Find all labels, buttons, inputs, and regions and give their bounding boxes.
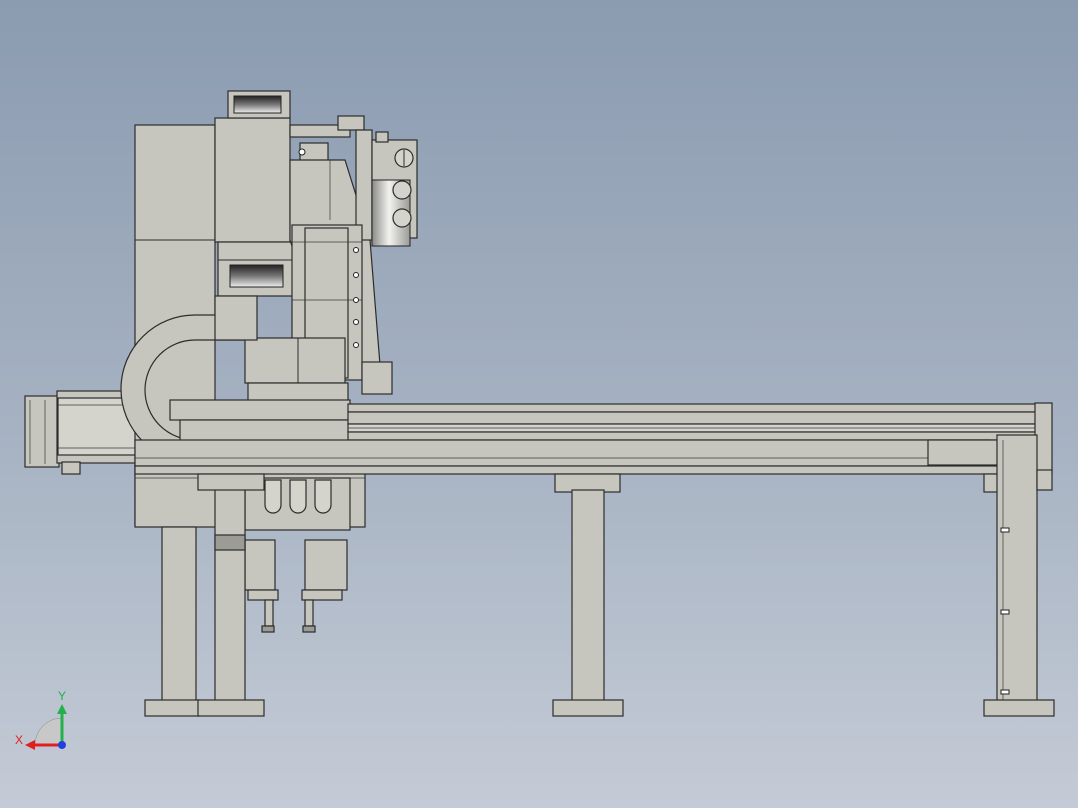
y-axis-label: Y — [58, 689, 66, 703]
coordinate-triad: Y X — [15, 689, 67, 750]
gantry-assembly-drawing[interactable]: Y X — [0, 0, 1078, 808]
valve-block — [371, 131, 418, 247]
x-axis-label: X — [15, 733, 23, 747]
gripper-assembly — [244, 477, 351, 633]
triad-plane-icon — [34, 717, 63, 746]
middle-support-leg — [552, 473, 624, 717]
z-axis-icon — [58, 741, 66, 749]
cad-viewport[interactable]: Y X — [0, 0, 1078, 808]
top-sight-window — [233, 95, 282, 114]
right-end-frame — [927, 434, 1055, 717]
lower-sight-window — [229, 264, 284, 288]
